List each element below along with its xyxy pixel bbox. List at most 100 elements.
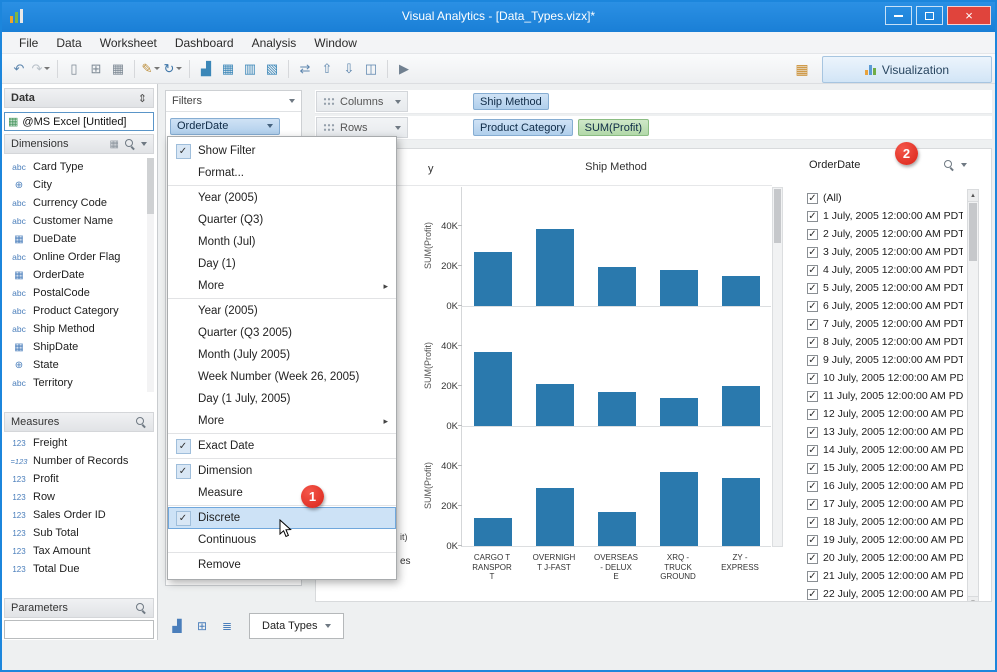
dimension-ship-method[interactable]: abcShip Method bbox=[4, 320, 150, 338]
dimension-city[interactable]: ⊕City bbox=[4, 176, 150, 194]
dimension-currency-code[interactable]: abcCurrency Code bbox=[4, 194, 150, 212]
dimension-online-order-flag[interactable]: abcOnline Order Flag bbox=[4, 248, 150, 266]
new-datasource-icon[interactable]: ⊞ bbox=[85, 57, 107, 81]
bar-overseas-deluxe-row-panel-1[interactable] bbox=[598, 267, 636, 306]
bar-zy-express-row-panel-3[interactable] bbox=[722, 478, 760, 546]
filter-item-4-july-2005-12-00-00-am-pdt[interactable]: ✓4 July, 2005 12:00:00 AM PDT bbox=[807, 261, 963, 279]
dimension-product-category[interactable]: abcProduct Category bbox=[4, 302, 150, 320]
bar-cargo-transport-row-panel-2[interactable] bbox=[474, 352, 512, 426]
menu-analysis[interactable]: Analysis bbox=[243, 32, 306, 54]
checkbox-checked-icon[interactable]: ✓ bbox=[807, 463, 818, 474]
measure-profit[interactable]: 123Profit bbox=[4, 470, 150, 488]
redo-icon[interactable]: ↷ bbox=[30, 57, 52, 81]
scroll-down-icon[interactable]: ▼ bbox=[968, 596, 978, 602]
dimension-card-type[interactable]: abcCard Type bbox=[4, 158, 150, 176]
filter-item-14-july-2005-12-00-00-am-pdt[interactable]: ✓14 July, 2005 12:00:00 AM PDT bbox=[807, 441, 963, 459]
search-icon[interactable] bbox=[135, 416, 147, 428]
x-axis-label-overseas-deluxe[interactable]: OVERSEAS - DELUX E bbox=[585, 550, 647, 582]
checkbox-checked-icon[interactable]: ✓ bbox=[807, 373, 818, 384]
dropdown-caret-icon[interactable] bbox=[289, 99, 295, 103]
dropdown-caret-icon[interactable] bbox=[141, 142, 147, 146]
bar-xrq-truck-ground-row-panel-2[interactable] bbox=[660, 398, 698, 426]
bar-overnight-j-fast-row-panel-2[interactable] bbox=[536, 384, 574, 426]
checkbox-checked-icon[interactable]: ✓ bbox=[807, 283, 818, 294]
dropdown-caret-icon[interactable] bbox=[154, 67, 160, 70]
filter-item-5-july-2005-12-00-00-am-pdt[interactable]: ✓5 July, 2005 12:00:00 AM PDT bbox=[807, 279, 963, 297]
checkbox-checked-icon[interactable]: ✓ bbox=[807, 193, 818, 204]
tab-data-types[interactable]: Data Types bbox=[249, 613, 344, 639]
dimension-territory[interactable]: abcTerritory bbox=[4, 374, 150, 392]
menu-item-more[interactable]: More▸ bbox=[168, 275, 396, 297]
dimension-postalcode[interactable]: abcPostalCode bbox=[4, 284, 150, 302]
dimension-shipdate[interactable]: ▦ShipDate bbox=[4, 338, 150, 356]
menu-item-dimension[interactable]: ✓Dimension bbox=[168, 460, 396, 482]
search-icon[interactable] bbox=[135, 602, 147, 614]
pane-swap-icon[interactable]: ⇕ bbox=[138, 92, 147, 105]
filter-item-7-july-2005-12-00-00-am-pdt[interactable]: ✓7 July, 2005 12:00:00 AM PDT bbox=[807, 315, 963, 333]
filter-item-19-july-2005-12-00-00-am-pdt[interactable]: ✓19 July, 2005 12:00:00 AM PDT bbox=[807, 531, 963, 549]
refresh-data-icon[interactable]: ↻ bbox=[162, 57, 184, 81]
grid-chart-icon[interactable]: ▦ bbox=[217, 57, 239, 81]
minimize-button[interactable] bbox=[885, 6, 912, 25]
menu-window[interactable]: Window bbox=[305, 32, 366, 54]
bar-overnight-j-fast-row-panel-1[interactable] bbox=[536, 229, 574, 306]
visualization-button[interactable]: Visualization bbox=[822, 56, 992, 83]
filter-item-15-july-2005-12-00-00-am-pdt[interactable]: ✓15 July, 2005 12:00:00 AM PDT bbox=[807, 459, 963, 477]
filter-item-12-july-2005-12-00-00-am-pdt[interactable]: ✓12 July, 2005 12:00:00 AM PDT bbox=[807, 405, 963, 423]
x-axis-label-zy-express[interactable]: ZY - EXPRESS bbox=[709, 550, 771, 582]
histogram-chart-icon[interactable]: ▧ bbox=[261, 57, 283, 81]
filter-item-10-july-2005-12-00-00-am-pdt[interactable]: ✓10 July, 2005 12:00:00 AM PDT bbox=[807, 369, 963, 387]
menu-item-quarter-q3-2005[interactable]: Quarter (Q3 2005) bbox=[168, 322, 396, 344]
dimension-orderdate[interactable]: ▦OrderDate bbox=[4, 266, 150, 284]
dimension-customer-name[interactable]: abcCustomer Name bbox=[4, 212, 150, 230]
dimensions-scrollbar[interactable] bbox=[147, 158, 154, 392]
filter-item-9-july-2005-12-00-00-am-pdt[interactable]: ✓9 July, 2005 12:00:00 AM PDT bbox=[807, 351, 963, 369]
filter-item-13-july-2005-12-00-00-am-pdt[interactable]: ✓13 July, 2005 12:00:00 AM PDT bbox=[807, 423, 963, 441]
menu-item-month-july-2005[interactable]: Month (July 2005) bbox=[168, 344, 396, 366]
bar-cargo-transport-row-panel-1[interactable] bbox=[474, 252, 512, 306]
bar-xrq-truck-ground-row-panel-1[interactable] bbox=[660, 270, 698, 306]
filter-item-1-july-2005-12-00-00-am-pdt[interactable]: ✓1 July, 2005 12:00:00 AM PDT bbox=[807, 207, 963, 225]
menu-item-year-2005[interactable]: Year (2005) bbox=[168, 187, 396, 209]
data-view-button[interactable]: ▦ bbox=[791, 59, 813, 79]
menu-item-remove[interactable]: Remove bbox=[168, 554, 396, 576]
measure-total-due[interactable]: 123Total Due bbox=[4, 560, 150, 578]
filter-item-21-july-2005-12-00-00-am-pdt[interactable]: ✓21 July, 2005 12:00:00 AM PDT bbox=[807, 567, 963, 585]
search-icon[interactable] bbox=[943, 159, 955, 171]
menu-data[interactable]: Data bbox=[47, 32, 90, 54]
filter-item-16-july-2005-12-00-00-am-pdt[interactable]: ✓16 July, 2005 12:00:00 AM PDT bbox=[807, 477, 963, 495]
new-workbook-icon[interactable]: ▯ bbox=[63, 57, 85, 81]
checkbox-checked-icon[interactable]: ✓ bbox=[807, 535, 818, 546]
undo-icon[interactable]: ↶ bbox=[8, 57, 30, 81]
bar-zy-express-row-panel-1[interactable] bbox=[722, 276, 760, 306]
rows-shelf-label[interactable]: Rows bbox=[316, 117, 408, 138]
dropdown-caret-icon[interactable] bbox=[267, 124, 273, 128]
dropdown-caret-icon[interactable] bbox=[961, 163, 967, 167]
checkbox-checked-icon[interactable]: ✓ bbox=[807, 229, 818, 240]
filter-item-18-july-2005-12-00-00-am-pdt[interactable]: ✓18 July, 2005 12:00:00 AM PDT bbox=[807, 513, 963, 531]
bar-overseas-deluxe-row-panel-2[interactable] bbox=[598, 392, 636, 426]
highlight-table-icon[interactable]: ◫ bbox=[360, 57, 382, 81]
scrollbar-thumb[interactable] bbox=[147, 158, 154, 214]
filter-item-20-july-2005-12-00-00-am-pdt[interactable]: ✓20 July, 2005 12:00:00 AM PDT bbox=[807, 549, 963, 567]
checkbox-checked-icon[interactable]: ✓ bbox=[807, 391, 818, 402]
measure-tax-amount[interactable]: 123Tax Amount bbox=[4, 542, 150, 560]
checkbox-checked-icon[interactable]: ✓ bbox=[807, 301, 818, 312]
view-data-icon[interactable]: ▦ bbox=[110, 139, 119, 150]
dimension-state[interactable]: ⊕State bbox=[4, 356, 150, 374]
menu-dashboard[interactable]: Dashboard bbox=[166, 32, 243, 54]
dropdown-caret-icon[interactable] bbox=[325, 624, 331, 628]
new-worksheet-tab-icon[interactable]: ▟ bbox=[166, 616, 188, 636]
maximize-button[interactable] bbox=[916, 6, 943, 25]
pill-product-category[interactable]: Product Category bbox=[473, 119, 573, 136]
pill-ship-method[interactable]: Ship Method bbox=[473, 93, 549, 110]
bar-overnight-j-fast-row-panel-3[interactable] bbox=[536, 488, 574, 546]
filter-item-6-july-2005-12-00-00-am-pdt[interactable]: ✓6 July, 2005 12:00:00 AM PDT bbox=[807, 297, 963, 315]
x-axis-label-cargo-transport[interactable]: CARGO T RANSPOR T bbox=[461, 550, 523, 582]
checkbox-checked-icon[interactable]: ✓ bbox=[807, 409, 818, 420]
pill-orderdate[interactable]: OrderDate bbox=[170, 118, 280, 135]
measure-row[interactable]: 123Row bbox=[4, 488, 150, 506]
checkbox-checked-icon[interactable]: ✓ bbox=[807, 571, 818, 582]
scrollbar-thumb[interactable] bbox=[969, 203, 977, 261]
menu-worksheet[interactable]: Worksheet bbox=[91, 32, 166, 54]
